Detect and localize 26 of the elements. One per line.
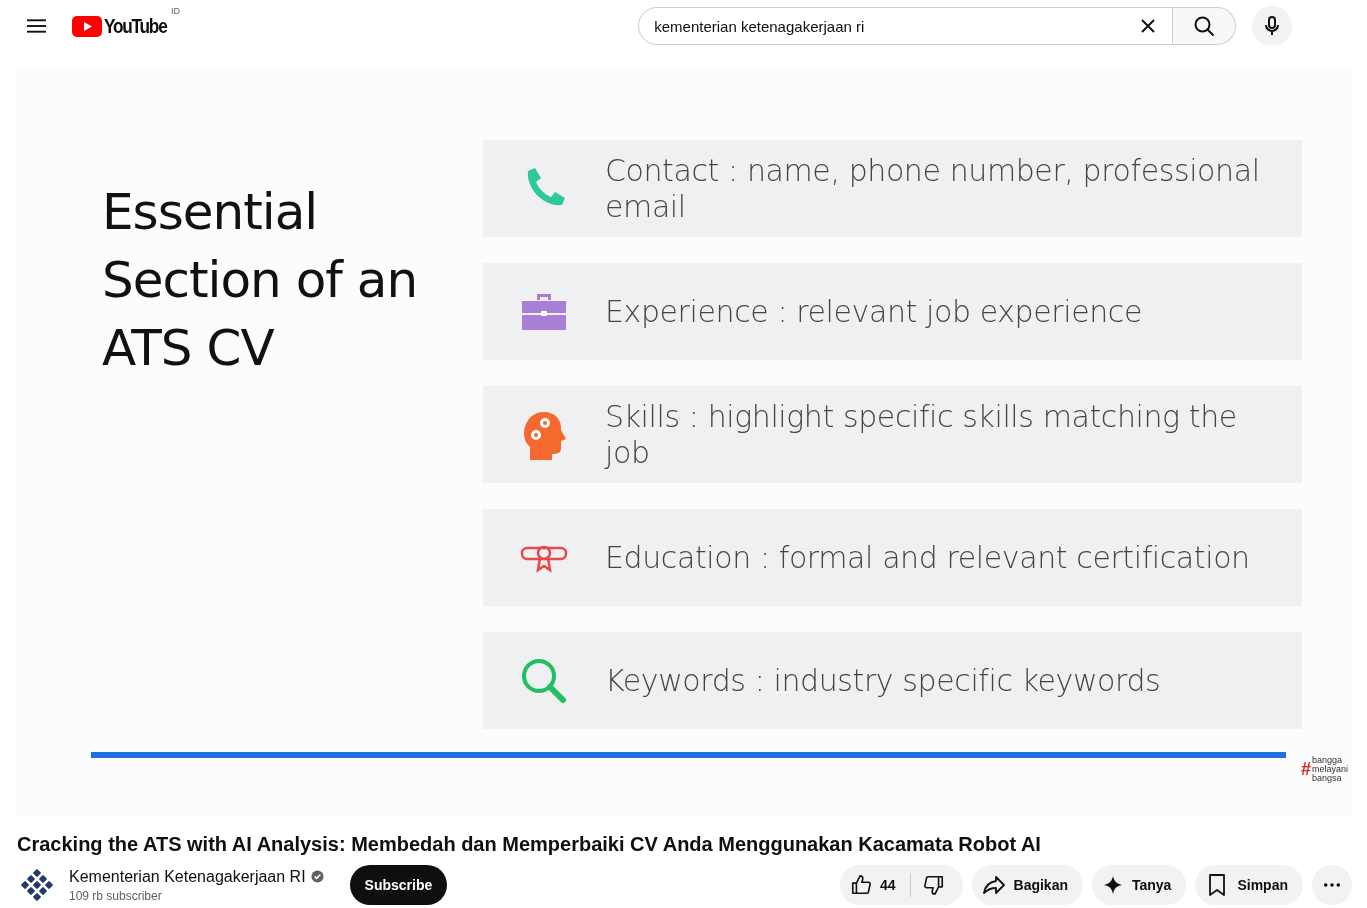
slide-item-text: Keywords : industry specific keywords [605, 662, 1162, 699]
slide-title: Essential Section of an ATS CV [102, 182, 419, 379]
logo-text[interactable]: YouTube [104, 14, 167, 38]
thumbs-up-icon [849, 874, 872, 896]
more-dots-icon [1323, 882, 1341, 888]
voice-search-button[interactable] [1252, 6, 1293, 46]
video-title: Cracking the ATS with AI Analysis: Membedah dan Memperbaiki CV Anda Menggunakan Kacamata Robot AI [17, 832, 1042, 857]
slide-item-text: Education : formal and relevant certification [605, 539, 1251, 576]
channel-name[interactable]: Kementerian Ketenagakerjaan RI [69, 867, 306, 886]
subscribe-button[interactable]: Subscribe [349, 865, 448, 905]
search-icon [1192, 14, 1217, 38]
share-button[interactable]: Bagikan [971, 865, 1083, 905]
channel-logo-icon[interactable] [21, 869, 53, 901]
thumbs-down-icon [922, 874, 945, 896]
play-logo-icon[interactable] [72, 15, 102, 37]
slide-item-text: Experience : relevant job experience [605, 293, 1143, 330]
country-code: ID [171, 6, 180, 16]
search-input[interactable]: kementerian ketenagakerjaan ri [654, 17, 1139, 35]
share-arrow-icon [981, 873, 1006, 897]
ask-button[interactable]: Tanya [1092, 865, 1187, 905]
slide-item-text: Contact : name, phone number, professional email [605, 152, 1261, 225]
slide-item-text: Skills : highlight specific skills matching the job [605, 398, 1238, 471]
save-button[interactable]: Simpan [1195, 865, 1303, 905]
subscriber-count: 109 rb subscriber [69, 888, 163, 903]
search-button[interactable] [1173, 7, 1237, 45]
menu-icon[interactable] [27, 18, 46, 34]
